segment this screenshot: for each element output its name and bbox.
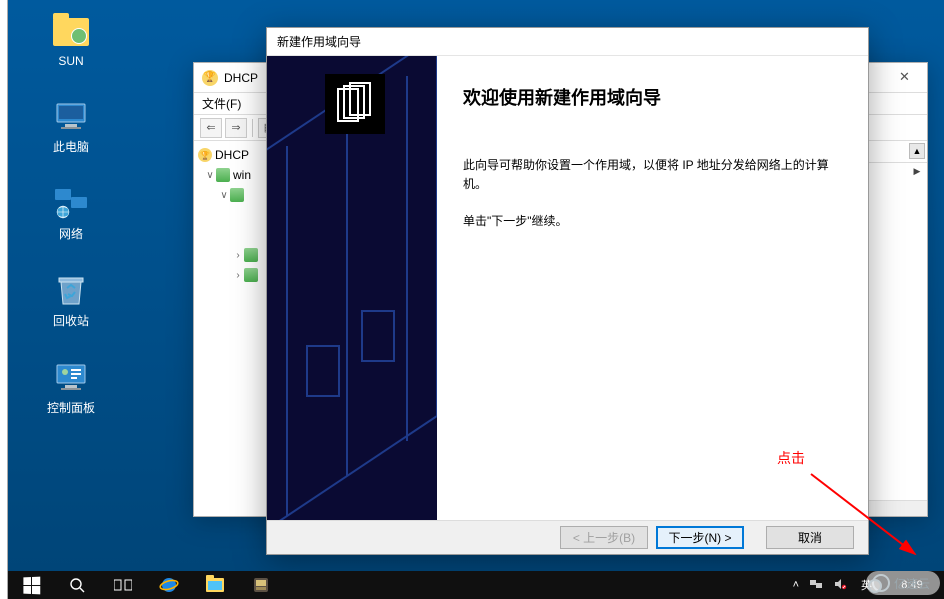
- tree-server-label: win: [233, 168, 251, 182]
- windows-logo-icon: [23, 576, 40, 594]
- taskbar-explorer[interactable]: [192, 571, 238, 599]
- taskbar-ie[interactable]: [146, 571, 192, 599]
- wizard-content: 欢迎使用新建作用域向导 此向导可帮助你设置一个作用域，以便将 IP 地址分发给网…: [437, 56, 868, 520]
- desktop-icon-control-panel[interactable]: 控制面板: [26, 359, 116, 416]
- wizard-sidebar-graphic: [267, 56, 437, 520]
- next-button[interactable]: 下一步(N) >: [656, 526, 744, 549]
- wizard-paragraph-1: 此向导可帮助你设置一个作用域，以便将 IP 地址分发给网络上的计算机。: [463, 156, 842, 194]
- left-edge: [0, 0, 8, 599]
- tree-collapse-icon[interactable]: ∨: [218, 190, 230, 201]
- scope-icon: [230, 188, 244, 202]
- wizard-heading: 欢迎使用新建作用域向导: [463, 84, 842, 110]
- icon-label: 此电脑: [26, 138, 116, 155]
- annotation-text: 点击: [777, 448, 805, 468]
- tree-expand-icon[interactable]: ›: [232, 270, 244, 281]
- desktop: SUN 此电脑 网络 回收站 控制面板 W: [8, 0, 944, 571]
- scroll-right-indicator: ▶: [909, 163, 925, 179]
- watermark: 亿速云: [866, 571, 940, 595]
- search-icon: [69, 577, 85, 593]
- desktop-icon-network[interactable]: 网络: [26, 185, 116, 242]
- wizard-hero-icon: [325, 74, 385, 134]
- new-scope-wizard-dialog[interactable]: 新建作用域向导: [266, 27, 869, 555]
- start-button[interactable]: [8, 571, 54, 599]
- tree-root-label: DHCP: [215, 148, 249, 162]
- wizard-body: 欢迎使用新建作用域向导 此向导可帮助你设置一个作用域，以便将 IP 地址分发给网…: [267, 56, 868, 520]
- cancel-button[interactable]: 取消: [766, 526, 854, 549]
- node-icon: [244, 268, 258, 282]
- dhcp-title-text: DHCP: [224, 71, 258, 85]
- toolbar-separator: [252, 119, 253, 137]
- tray-chevron-icon[interactable]: ˄: [793, 579, 799, 591]
- dhcp-app-icon: 🏆: [202, 70, 218, 86]
- control-panel-icon: [50, 359, 92, 395]
- tray-network-icon[interactable]: [809, 577, 823, 594]
- watermark-cloud-icon: [872, 574, 890, 592]
- wizard-paragraph-2: 单击"下一步"继续。: [463, 212, 842, 231]
- menu-file[interactable]: 文件(F): [202, 95, 241, 112]
- ie-icon: [159, 575, 179, 595]
- node-icon: [244, 248, 258, 262]
- wizard-footer: < 上一步(B) 下一步(N) > 取消: [267, 520, 868, 554]
- server-icon: [216, 168, 230, 182]
- icon-label: SUN: [26, 54, 116, 68]
- network-icon: [50, 185, 92, 221]
- desktop-icon-recycle[interactable]: 回收站: [26, 272, 116, 329]
- pc-icon: [50, 98, 92, 134]
- nav-forward-button[interactable]: ⇒: [225, 118, 247, 138]
- tree-expand-icon[interactable]: ›: [232, 250, 244, 261]
- server-manager-icon: [252, 576, 270, 594]
- recycle-bin-icon: [50, 272, 92, 308]
- search-button[interactable]: [54, 571, 100, 599]
- desktop-icon-this-pc[interactable]: 此电脑: [26, 98, 116, 155]
- icon-label: 控制面板: [26, 399, 116, 416]
- icon-label: 回收站: [26, 312, 116, 329]
- taskbar-server-manager[interactable]: [238, 571, 284, 599]
- nav-back-button[interactable]: ⇐: [200, 118, 222, 138]
- icon-label: 网络: [26, 225, 116, 242]
- close-button[interactable]: ✕: [882, 63, 927, 91]
- desktop-icons: SUN 此电脑 网络 回收站 控制面板: [26, 14, 116, 446]
- watermark-text: 亿速云: [894, 575, 930, 592]
- wizard-titlebar[interactable]: 新建作用域向导: [267, 28, 868, 56]
- task-view-button[interactable]: [100, 571, 146, 599]
- folder-icon: [206, 578, 224, 592]
- tray-volume-icon[interactable]: [833, 577, 847, 594]
- back-button: < 上一步(B): [560, 526, 648, 549]
- scroll-up-button[interactable]: ▲: [909, 143, 925, 159]
- task-view-icon: [114, 578, 132, 592]
- desktop-icon-sun[interactable]: SUN: [26, 14, 116, 68]
- dhcp-root-icon: 🏆: [198, 148, 212, 162]
- folder-icon: [50, 14, 92, 50]
- taskbar[interactable]: ˄ 英 8:49: [8, 571, 944, 599]
- wizard-title-text: 新建作用域向导: [277, 33, 361, 50]
- tree-collapse-icon[interactable]: ∨: [204, 170, 216, 181]
